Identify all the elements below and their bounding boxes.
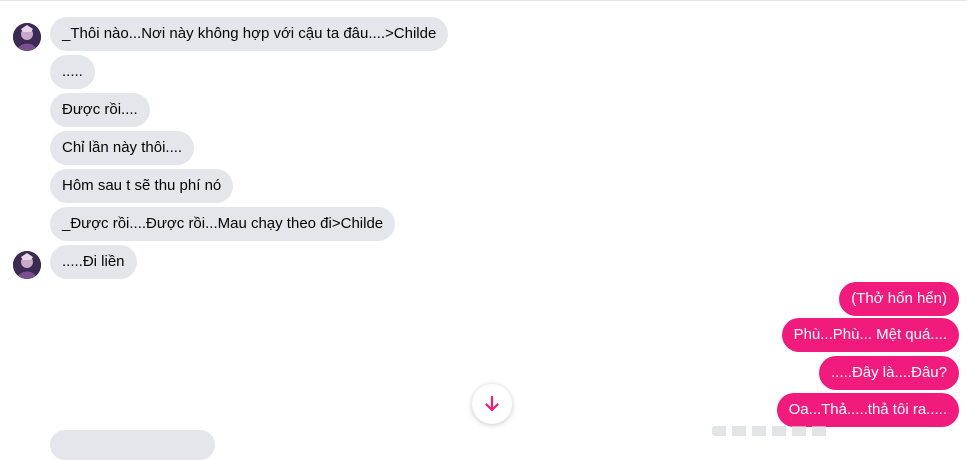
incoming-message[interactable]: .....Đi liền — [50, 245, 137, 279]
incoming-message[interactable]: ..... — [50, 55, 95, 89]
avatar-image — [13, 23, 41, 51]
incoming-message-partial[interactable] — [50, 430, 215, 460]
outgoing-message[interactable]: .....Đây là....Đâu? — [819, 356, 959, 390]
outgoing-message[interactable]: Oa...Thả.....thả tôi ra..... — [776, 393, 959, 427]
incoming-message[interactable]: _Được rồi....Được rồi...Mau chạy theo đi… — [50, 207, 396, 241]
contact-avatar[interactable] — [13, 23, 41, 51]
typing-preview-partial — [712, 426, 832, 436]
incoming-message[interactable]: Hôm sau t sẽ thu phí nó — [50, 169, 234, 203]
avatar-image — [13, 251, 41, 279]
incoming-message[interactable]: Được rồi.... — [50, 93, 150, 127]
arrow-down-icon — [485, 395, 499, 412]
scroll-to-bottom-button[interactable] — [472, 384, 512, 424]
incoming-message[interactable]: Chỉ lần này thôi.... — [50, 131, 195, 165]
contact-avatar[interactable] — [13, 251, 41, 279]
message-thread[interactable]: _Thôi nào...Nơi này không hợp với cậu ta… — [0, 0, 967, 460]
incoming-message[interactable]: _Thôi nào...Nơi này không hợp với cậu ta… — [50, 17, 449, 51]
outgoing-message[interactable]: (Thở hổn hển) — [839, 282, 959, 316]
outgoing-message[interactable]: Phù...Phù... Mệt quá.... — [781, 318, 959, 352]
